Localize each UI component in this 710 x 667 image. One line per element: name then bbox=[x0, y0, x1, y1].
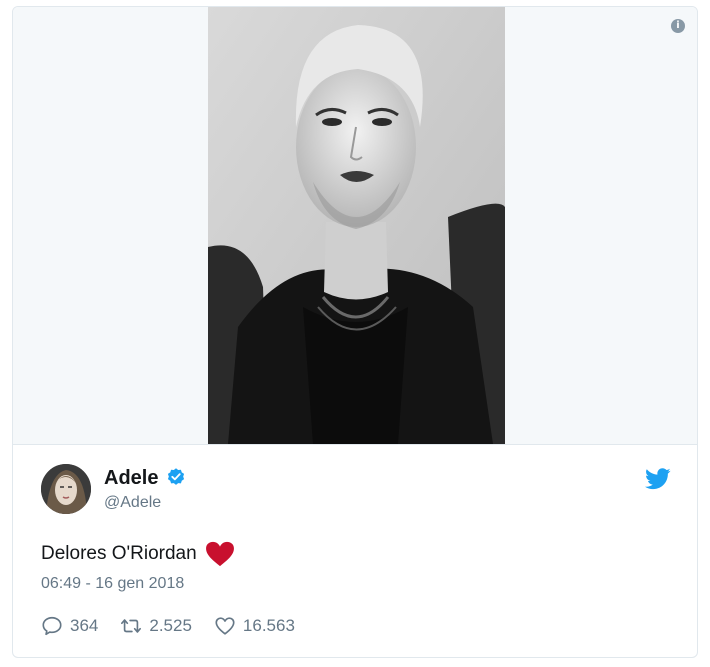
retweet-count: 2.525 bbox=[149, 616, 192, 635]
display-name[interactable]: Adele bbox=[104, 467, 158, 489]
author-names: Adele @Adele bbox=[104, 467, 186, 512]
reply-button[interactable]: 364 bbox=[41, 615, 98, 637]
retweet-button[interactable]: 2.525 bbox=[120, 615, 192, 637]
info-icon[interactable]: i bbox=[671, 19, 685, 33]
tweet-card: i Adele @Adele Delores O'Riordan 06:49 -… bbox=[12, 6, 698, 658]
like-count: 16.563 bbox=[242, 616, 295, 635]
twitter-bird-icon[interactable] bbox=[645, 468, 671, 490]
media-container: i bbox=[13, 7, 697, 445]
retweet-icon bbox=[121, 619, 142, 633]
red-heart-emoji bbox=[205, 541, 235, 567]
heart-icon bbox=[215, 617, 235, 635]
handle[interactable]: @Adele bbox=[104, 494, 186, 512]
tweet-text-content: Delores O'Riordan bbox=[41, 543, 197, 564]
reply-count: 364 bbox=[70, 616, 99, 635]
tweet-header: Adele @Adele bbox=[41, 462, 671, 516]
like-button[interactable]: 16.563 bbox=[214, 615, 295, 637]
tweet-photo[interactable] bbox=[208, 7, 505, 444]
tweet-actions: 364 2.525 16.563 bbox=[41, 615, 295, 637]
timestamp[interactable]: 06:49 - 16 gen 2018 bbox=[41, 575, 184, 593]
tweet-text: Delores O'Riordan bbox=[41, 541, 235, 567]
verified-badge-icon bbox=[166, 467, 186, 487]
avatar[interactable] bbox=[41, 464, 91, 514]
reply-icon bbox=[42, 616, 62, 636]
